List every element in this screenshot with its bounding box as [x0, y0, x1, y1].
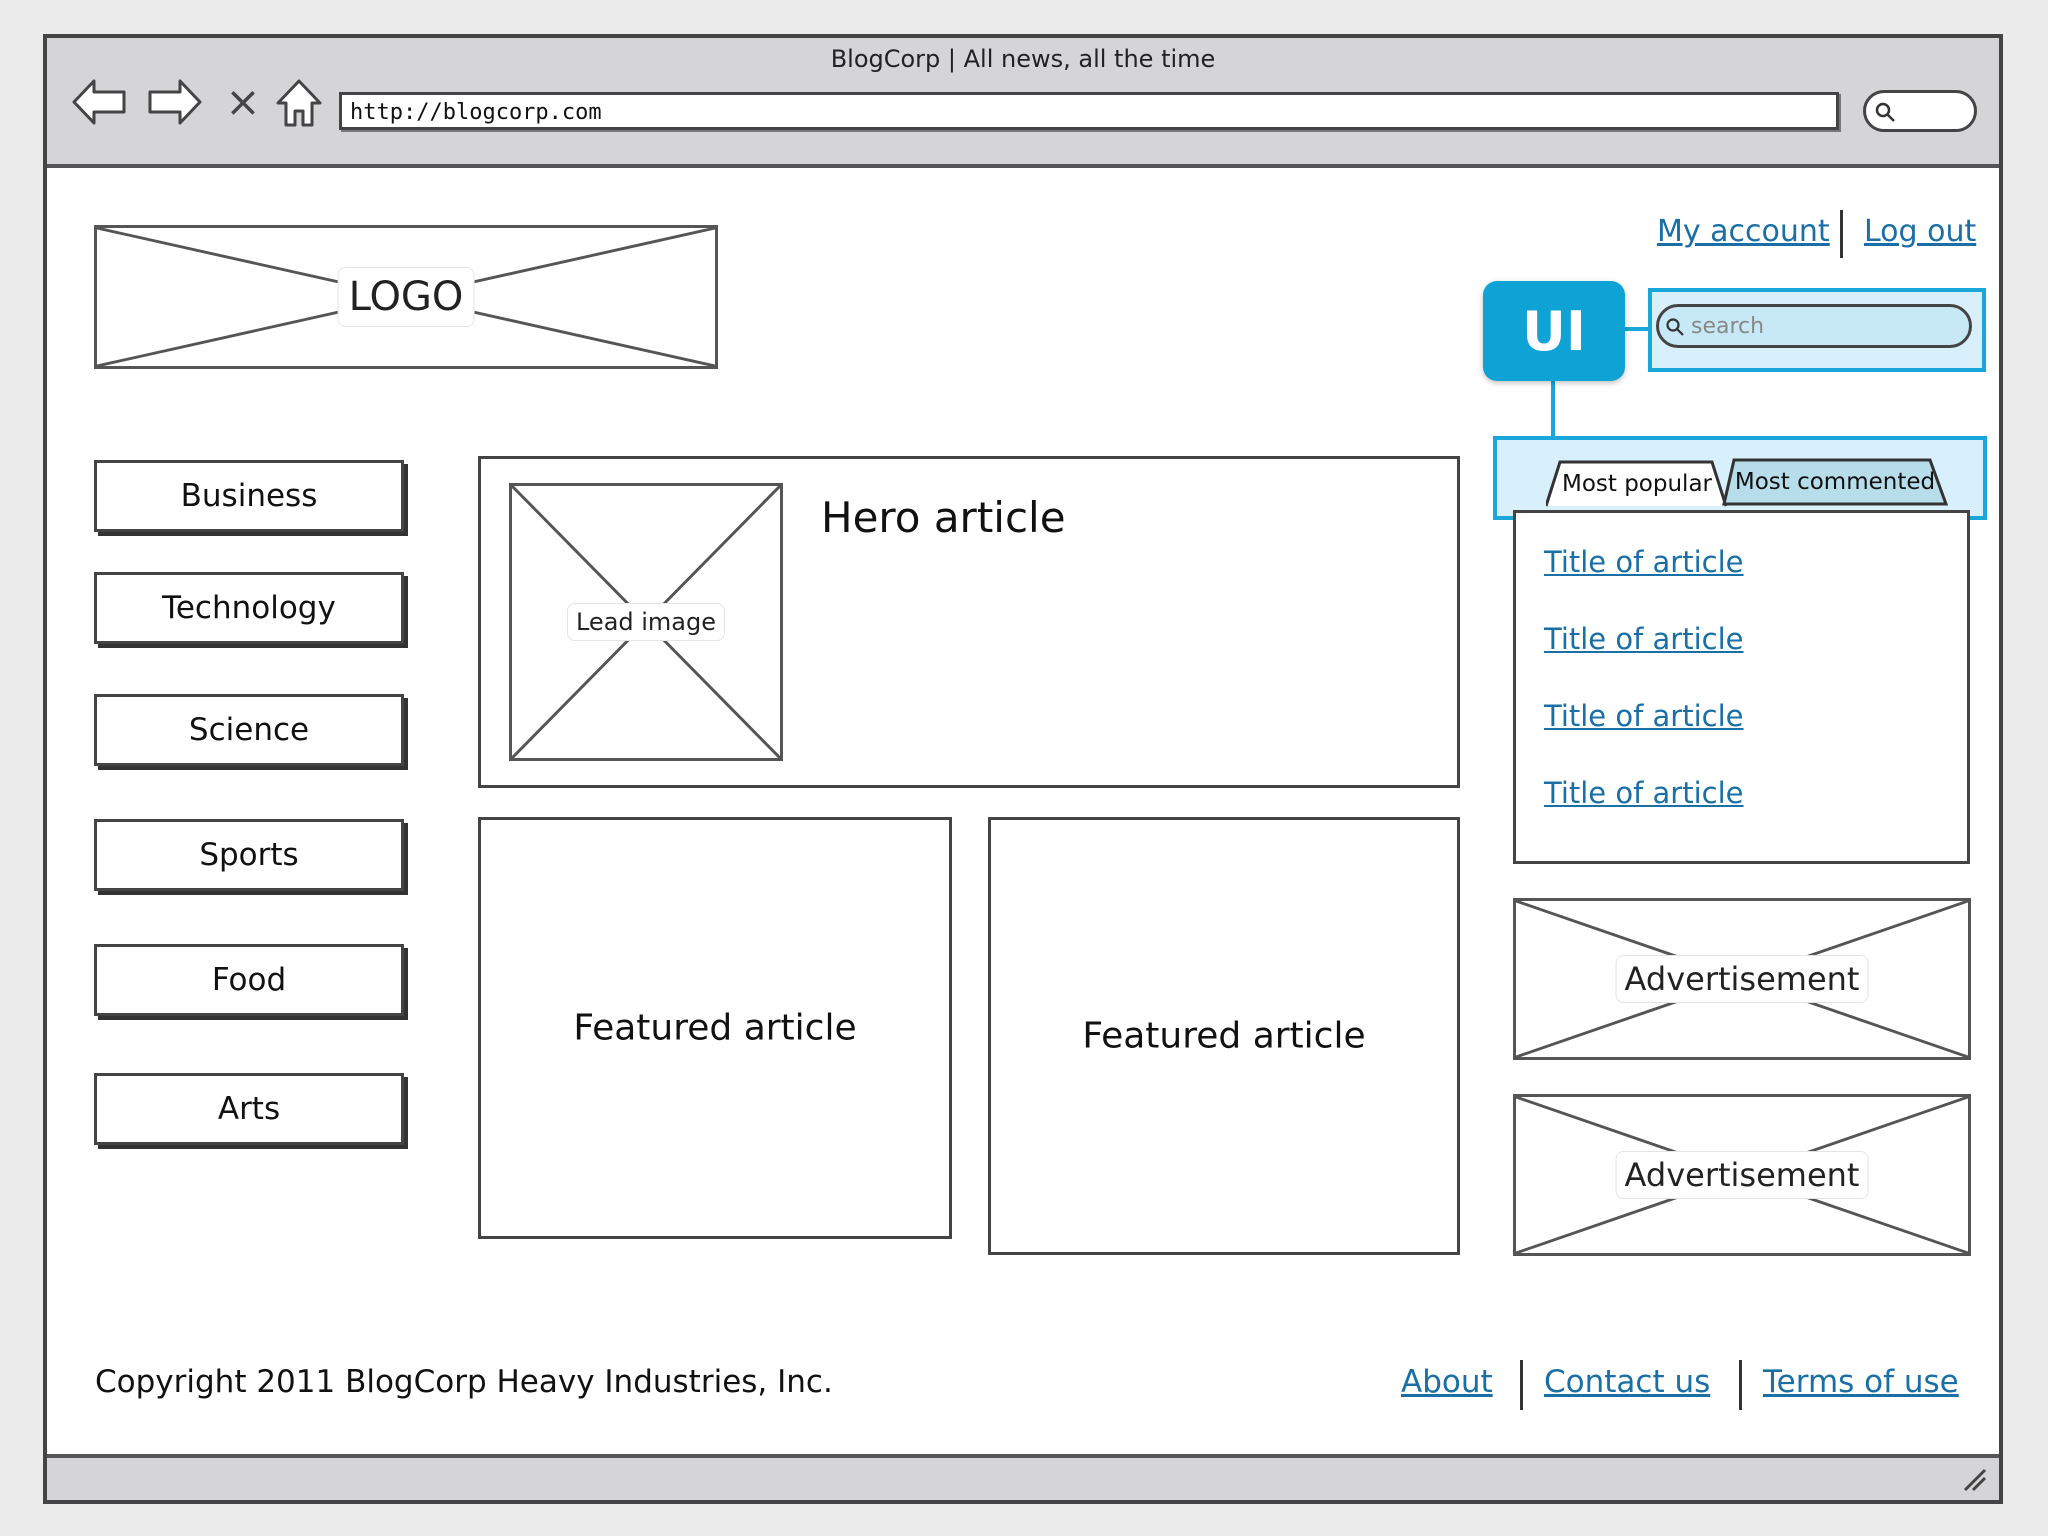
featured-article-2[interactable]: Featured article — [988, 817, 1460, 1255]
terms-of-use-link[interactable]: Terms of use — [1763, 1364, 1959, 1400]
hero-article[interactable]: Lead image Hero article — [478, 456, 1460, 788]
hero-article-title[interactable]: Hero article — [821, 493, 1066, 542]
lead-image-placeholder: Lead image — [509, 483, 783, 761]
category-business-button[interactable]: Business — [94, 460, 404, 532]
article-link[interactable]: Title of article — [1544, 622, 1744, 656]
window-title: BlogCorp | All news, all the time — [830, 45, 1216, 73]
contact-us-link[interactable]: Contact us — [1544, 1364, 1710, 1400]
annotation-connector — [1622, 327, 1652, 331]
advertisement-2[interactable]: Advertisement — [1513, 1094, 1971, 1256]
lead-image-label: Lead image — [566, 603, 726, 641]
featured-article-title: Featured article — [573, 1007, 857, 1049]
advertisement-1[interactable]: Advertisement — [1513, 898, 1971, 1060]
most-popular-panel: Title of article Title of article Title … — [1513, 510, 1970, 864]
article-link[interactable]: Title of article — [1544, 545, 1744, 579]
category-arts-button[interactable]: Arts — [94, 1073, 404, 1145]
back-arrow-icon[interactable] — [69, 74, 129, 130]
category-sports-button[interactable]: Sports — [94, 819, 404, 891]
category-science-button[interactable]: Science — [94, 694, 404, 766]
footer-link-divider — [1739, 1360, 1742, 1410]
tab-most-popular[interactable]: Most popular — [1546, 460, 1728, 508]
logo-placeholder[interactable]: LOGO — [94, 225, 718, 369]
about-link[interactable]: About — [1401, 1364, 1493, 1400]
status-bar — [47, 1454, 1999, 1500]
footer-link-divider — [1520, 1360, 1523, 1410]
article-link[interactable]: Title of article — [1544, 699, 1744, 733]
resize-grip-icon[interactable] — [1959, 1464, 1989, 1494]
article-link[interactable]: Title of article — [1544, 776, 1744, 810]
search-input[interactable]: search — [1656, 304, 1972, 348]
tab-most-commented[interactable]: Most commented — [1722, 458, 1948, 506]
log-out-link[interactable]: Log out — [1864, 214, 1976, 249]
home-icon[interactable] — [269, 74, 329, 130]
search-placeholder: search — [1691, 314, 1765, 339]
logo-label: LOGO — [337, 267, 475, 327]
ui-annotation-badge: UI — [1483, 281, 1625, 381]
browser-search-field[interactable] — [1863, 90, 1977, 132]
forward-arrow-icon[interactable] — [145, 74, 205, 130]
search-icon — [1666, 318, 1684, 336]
advertisement-label: Advertisement — [1615, 1151, 1869, 1199]
featured-article-title: Featured article — [1082, 1015, 1366, 1057]
tab-label: Most commented — [1734, 469, 1936, 495]
tab-label: Most popular — [1561, 471, 1713, 497]
category-technology-button[interactable]: Technology — [94, 572, 404, 644]
annotation-connector — [1551, 378, 1555, 438]
link-divider — [1840, 210, 1843, 258]
stop-icon[interactable]: × — [223, 74, 263, 130]
featured-article-1[interactable]: Featured article — [478, 817, 952, 1239]
copyright-text: Copyright 2011 BlogCorp Heavy Industries… — [95, 1364, 833, 1400]
category-food-button[interactable]: Food — [94, 944, 404, 1016]
address-bar[interactable]: http://blogcorp.com — [339, 92, 1839, 130]
advertisement-label: Advertisement — [1615, 955, 1869, 1003]
browser-chrome: BlogCorp | All news, all the time × http… — [47, 38, 1999, 168]
my-account-link[interactable]: My account — [1657, 214, 1830, 249]
search-icon — [1875, 102, 1895, 122]
